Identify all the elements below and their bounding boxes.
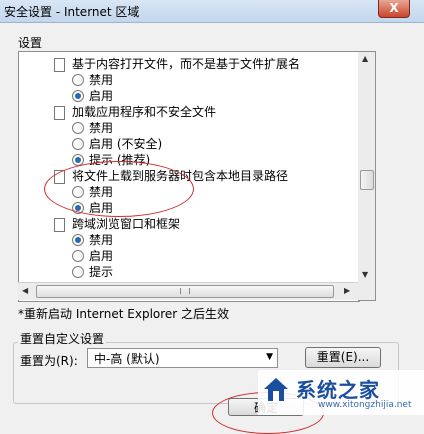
house-logo-icon	[264, 378, 288, 401]
radio-option[interactable]: 提示	[72, 264, 272, 280]
radio-option[interactable]: 禁用	[72, 184, 272, 200]
radio-button[interactable]	[72, 202, 84, 214]
radio-option[interactable]: 启用	[72, 248, 272, 264]
radio-button[interactable]	[72, 234, 84, 246]
radio-button[interactable]	[72, 186, 84, 198]
settings-group-label: 设置	[18, 36, 43, 50]
radio-button[interactable]	[72, 138, 84, 150]
title-bar: 安全设置 - Internet 区域 X	[0, 0, 424, 23]
radio-option[interactable]: 禁用	[72, 72, 272, 88]
reset-group-legend: 重置自定义设置	[18, 330, 107, 347]
radio-label: 禁用	[89, 73, 114, 87]
radio-option[interactable]: 禁用	[72, 120, 272, 136]
horizontal-scrollbar[interactable]: ◀ ▶	[18, 282, 358, 300]
watermark: 系统之家 www.xitongzhijia.net	[258, 370, 424, 415]
radio-button[interactable]	[72, 90, 84, 102]
radio-label: 禁用	[89, 185, 114, 199]
select-value: 中-高 (默认)	[94, 352, 160, 366]
reset-button[interactable]: 重置(E)...	[305, 347, 381, 368]
radio-button[interactable]	[72, 122, 84, 134]
radio-label: 提示 (推荐)	[89, 153, 151, 167]
horizontal-scroll-thumb[interactable]	[36, 285, 334, 298]
chevron-down-icon[interactable]: ▼	[266, 352, 273, 362]
radio-option[interactable]: 启用 (不安全)	[72, 136, 272, 152]
radio-button[interactable]	[72, 74, 84, 86]
vertical-scroll-thumb[interactable]	[360, 170, 374, 190]
restart-note: *重新启动 Internet Explorer 之后生效	[18, 307, 230, 321]
security-level-select[interactable]: 中-高 (默认) ▼	[87, 348, 278, 368]
radio-label: 启用	[89, 249, 114, 263]
radio-option[interactable]: 启用	[72, 88, 272, 104]
radio-label: 禁用	[89, 233, 114, 247]
radio-option[interactable]: 启用	[72, 200, 272, 216]
document-icon	[54, 170, 65, 184]
radio-label: 启用	[89, 201, 114, 215]
brand-name: 系统之家	[296, 378, 380, 402]
radio-label: 提示	[89, 265, 114, 279]
radio-label: 禁用	[89, 121, 114, 135]
scroll-down-icon[interactable]: ▼	[362, 270, 368, 279]
category-label: 基于内容打开文件，而不是基于文件扩展名	[72, 57, 301, 71]
settings-list[interactable]: 基于内容打开文件，而不是基于文件扩展名 禁用 启用 加载应用程序和不安全文件 禁…	[18, 51, 360, 302]
radio-label: 启用	[89, 89, 114, 103]
scroll-left-icon[interactable]: ◀	[22, 286, 28, 295]
close-button[interactable]: X	[378, 0, 410, 18]
window-title: 安全设置 - Internet 区域	[4, 5, 140, 19]
radio-button[interactable]	[72, 266, 84, 278]
scroll-up-icon[interactable]: ▲	[362, 54, 368, 63]
category-label: 将文件上载到服务器时包含本地目录路径	[72, 169, 289, 183]
radio-button[interactable]	[72, 154, 84, 166]
document-icon	[54, 106, 65, 120]
reset-to-label: 重置为(R):	[20, 354, 78, 368]
scrollbar-corner	[358, 282, 376, 301]
document-icon	[54, 218, 65, 232]
vertical-scrollbar[interactable]: ▲ ▼	[358, 51, 376, 284]
brand-url: www.xitongzhijia.net	[318, 400, 412, 410]
radio-label: 启用 (不安全)	[89, 137, 163, 151]
document-icon	[54, 58, 65, 72]
category-label: 跨域浏览窗口和框架	[72, 217, 181, 231]
radio-option[interactable]: 提示 (推荐)	[72, 152, 272, 168]
category-label: 加载应用程序和不安全文件	[72, 105, 217, 119]
radio-button[interactable]	[72, 250, 84, 262]
scroll-right-icon[interactable]: ▶	[344, 286, 350, 295]
grip-icon	[180, 288, 190, 294]
radio-option[interactable]: 禁用	[72, 232, 272, 248]
